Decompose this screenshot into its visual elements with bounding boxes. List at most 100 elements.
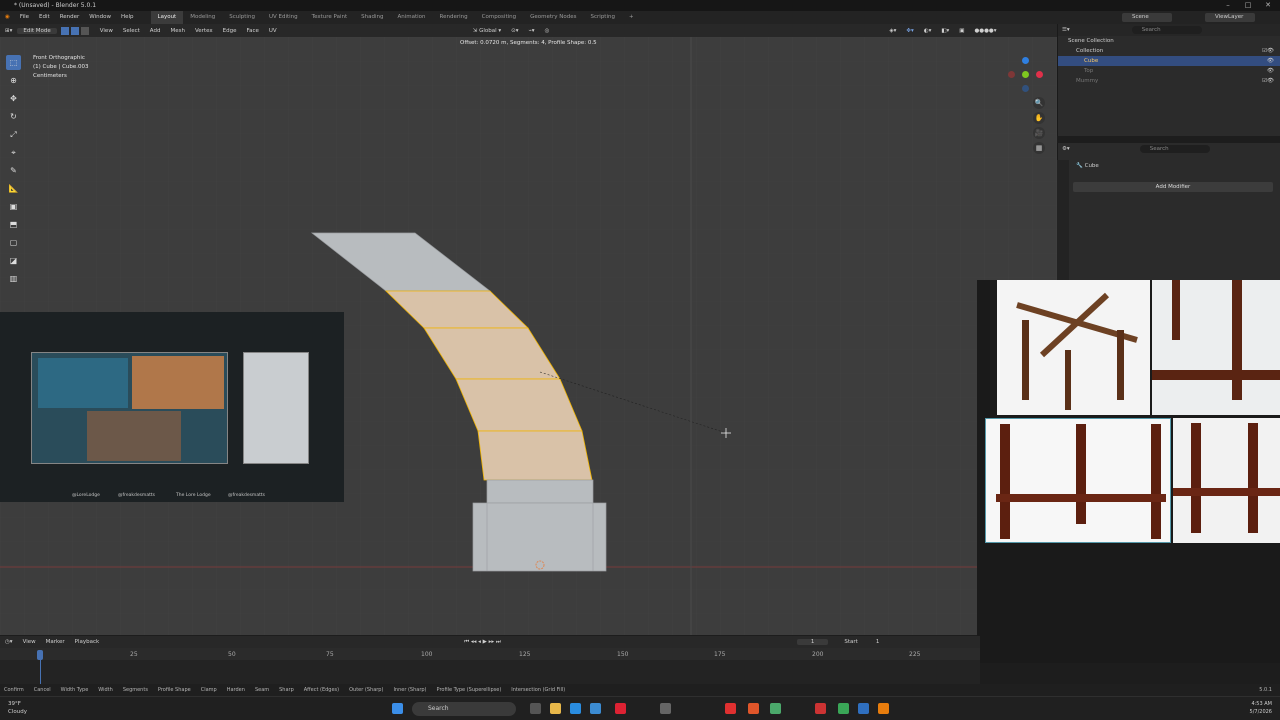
menu-face[interactable]: Face: [241, 28, 263, 34]
face-select-icon[interactable]: [80, 26, 89, 35]
menu-add[interactable]: Add: [145, 28, 166, 34]
add-workspace-icon[interactable]: +: [622, 11, 641, 24]
scale-tool-icon[interactable]: ⤢: [6, 127, 21, 142]
tab-animation[interactable]: Animation: [390, 11, 432, 24]
menu-mesh[interactable]: Mesh: [165, 28, 189, 34]
cursor-tool-icon[interactable]: ⊕: [6, 73, 21, 88]
measure-tool-icon[interactable]: 📐: [6, 181, 21, 196]
tab-texture-paint[interactable]: Texture Paint: [305, 11, 355, 24]
inset-tool-icon[interactable]: ▢: [6, 235, 21, 250]
menu-file[interactable]: File: [15, 11, 34, 24]
visibility-eye-icon[interactable]: ☑👁: [1262, 46, 1274, 56]
steam-icon[interactable]: [858, 703, 869, 714]
blender-taskbar-icon[interactable]: [878, 703, 889, 714]
timeline-menu-playback[interactable]: Playback: [70, 639, 105, 645]
visibility-eye-icon[interactable]: ☑👁: [1262, 76, 1274, 86]
snap-icon[interactable]: ⌁▾: [524, 28, 540, 34]
zoom-icon[interactable]: 🔍: [1033, 97, 1045, 109]
mesh-overlay-icon[interactable]: ◧▾: [936, 28, 954, 34]
current-frame-field[interactable]: 1: [796, 639, 829, 645]
tab-layout[interactable]: Layout: [150, 11, 184, 24]
timeline-menu-view[interactable]: View: [18, 639, 41, 645]
chrome-icon[interactable]: [770, 703, 781, 714]
add-cube-tool-icon[interactable]: ▣: [6, 199, 21, 214]
camera-view-icon[interactable]: 🎥: [1033, 127, 1045, 139]
maximize-button[interactable]: □: [1238, 0, 1258, 11]
tab-rendering[interactable]: Rendering: [433, 11, 475, 24]
extrude-tool-icon[interactable]: ⬒: [6, 217, 21, 232]
menu-edge[interactable]: Edge: [218, 28, 242, 34]
transform-tool-icon[interactable]: ⌖: [6, 145, 21, 160]
pan-icon[interactable]: ✋: [1033, 112, 1045, 124]
store-icon[interactable]: [590, 703, 601, 714]
tab-compositing[interactable]: Compositing: [475, 11, 523, 24]
menu-render[interactable]: Render: [55, 11, 85, 24]
system-clock[interactable]: 4:53 AM 5/7/2026: [1232, 700, 1272, 716]
mode-selector[interactable]: Edit Mode: [17, 27, 57, 34]
add-modifier-button[interactable]: Add Modifier: [1073, 182, 1273, 192]
tab-scripting[interactable]: Scripting: [584, 11, 622, 24]
gizmo-y-axis[interactable]: [1022, 71, 1029, 78]
outliner-editor-icon[interactable]: ☰▾: [1062, 27, 1070, 33]
mesh-base[interactable]: [472, 502, 607, 572]
xray-icon[interactable]: ▣: [954, 28, 969, 34]
gizmo-x-axis[interactable]: [1036, 71, 1043, 78]
weather-widget[interactable]: 39°F Cloudy: [8, 700, 27, 716]
app-icon-red[interactable]: [615, 703, 626, 714]
bevel-face-3[interactable]: [455, 378, 583, 432]
move-tool-icon[interactable]: ✥: [6, 91, 21, 106]
menu-window[interactable]: Window: [84, 11, 116, 24]
menu-edit[interactable]: Edit: [34, 11, 55, 24]
gizmo-z-axis[interactable]: [1022, 57, 1029, 64]
editor-type-icon[interactable]: ⊞▾: [0, 28, 17, 34]
brave-icon[interactable]: [748, 703, 759, 714]
timeline-menu-marker[interactable]: Marker: [41, 639, 70, 645]
tab-uv-editing[interactable]: UV Editing: [262, 11, 305, 24]
gizmo-neg-x[interactable]: [1008, 71, 1015, 78]
edge-select-icon[interactable]: [70, 26, 79, 35]
visibility-icon[interactable]: ◈▾: [884, 28, 901, 34]
annotate-tool-icon[interactable]: ✎: [6, 163, 21, 178]
playhead[interactable]: [37, 650, 43, 660]
gizmo-icon[interactable]: ✥▾: [901, 28, 918, 34]
xbox-icon[interactable]: [838, 703, 849, 714]
shading-modes-icon[interactable]: ●●●●▾: [970, 28, 1002, 34]
navigation-gizmo[interactable]: [1008, 55, 1048, 95]
menu-select[interactable]: Select: [118, 28, 145, 34]
outliner-item-top[interactable]: Top 👁: [1058, 66, 1280, 76]
opera-icon[interactable]: [725, 703, 736, 714]
loop-cut-tool-icon[interactable]: ▥: [6, 271, 21, 286]
visibility-eye-icon[interactable]: 👁: [1267, 56, 1274, 66]
bevel-face-4[interactable]: [477, 430, 593, 481]
properties-search-input[interactable]: Search: [1139, 145, 1210, 153]
menu-vertex[interactable]: Vertex: [190, 28, 218, 34]
playback-controls[interactable]: ⏮ ◂◂ ◂ ▶ ▸▸ ⏭: [464, 639, 501, 646]
menu-uv[interactable]: UV: [264, 28, 282, 34]
bevel-tool-icon[interactable]: ◪: [6, 253, 21, 268]
menu-help[interactable]: Help: [116, 11, 139, 24]
minimize-button[interactable]: –: [1218, 0, 1238, 11]
proportional-edit-icon[interactable]: ◎: [540, 28, 555, 34]
vertex-select-icon[interactable]: [60, 26, 69, 35]
mesh-neck[interactable]: [486, 479, 594, 504]
transform-orientation-selector[interactable]: ⇲ Global ▾: [468, 28, 506, 34]
tab-modeling[interactable]: Modeling: [183, 11, 222, 24]
rotate-tool-icon[interactable]: ↻: [6, 109, 21, 124]
app-icon-gray[interactable]: [660, 703, 671, 714]
windows-start-icon[interactable]: [392, 703, 403, 714]
perspective-toggle-icon[interactable]: ▦: [1033, 142, 1045, 154]
taskbar-search-input[interactable]: Search: [412, 702, 516, 716]
edge-browser-icon[interactable]: [570, 703, 581, 714]
menu-view[interactable]: View: [95, 28, 118, 34]
file-explorer-icon[interactable]: [550, 703, 561, 714]
app-icon-media[interactable]: [815, 703, 826, 714]
tab-shading[interactable]: Shading: [354, 11, 390, 24]
task-view-icon[interactable]: [530, 703, 541, 714]
tab-geometry-nodes[interactable]: Geometry Nodes: [523, 11, 583, 24]
visibility-eye-icon[interactable]: 👁: [1267, 66, 1274, 76]
view-layer-selector[interactable]: ViewLayer: [1205, 13, 1255, 22]
tab-sculpting[interactable]: Sculpting: [222, 11, 262, 24]
scene-selector[interactable]: Scene: [1122, 13, 1172, 22]
start-frame-field[interactable]: 1: [876, 639, 880, 645]
pivot-icon[interactable]: ⊙▾: [506, 28, 523, 34]
